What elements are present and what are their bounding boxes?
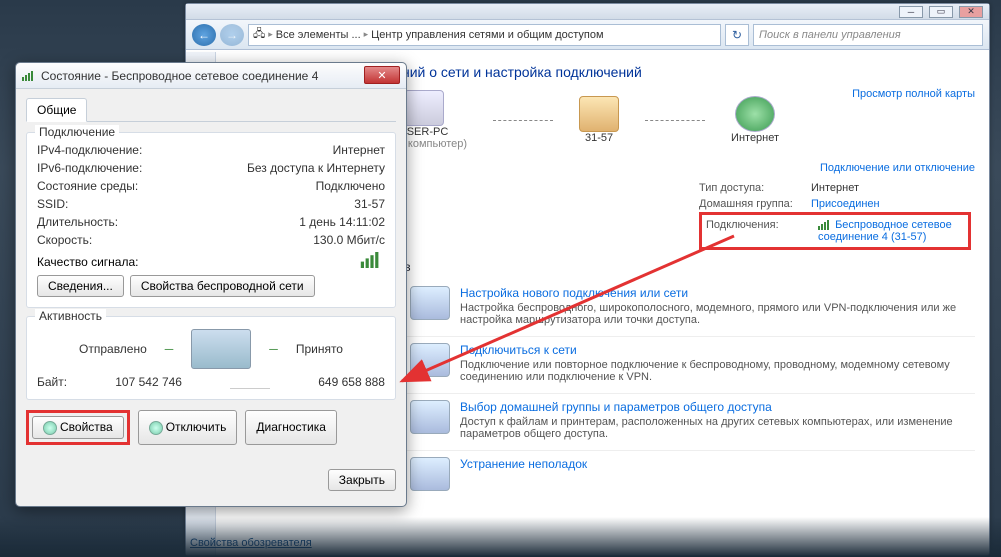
node-router: 31-57 <box>579 96 619 144</box>
maximize-button[interactable]: ▭ <box>929 6 953 18</box>
ipv4-label: IPv4-подключение: <box>37 143 142 157</box>
diagnose-button[interactable]: Диагностика <box>245 410 337 445</box>
search-input[interactable]: Поиск в панели управления <box>753 24 983 46</box>
nav-back-icon[interactable]: ← <box>192 24 216 46</box>
troubleshoot-icon <box>410 457 450 491</box>
node-label: Интернет <box>731 132 779 144</box>
dialog-close-button[interactable]: ✕ <box>364 66 400 84</box>
media-label: Состояние среды: <box>37 179 138 193</box>
task-desc: Доступ к файлам и принтерам, расположенн… <box>460 416 975 440</box>
disable-button[interactable]: Отключить <box>138 410 238 445</box>
signal-icon <box>22 71 36 81</box>
signal-icon <box>361 252 383 268</box>
task-title[interactable]: Выбор домашней группы и параметров общег… <box>460 400 975 414</box>
props-highlight: Свойства <box>26 410 130 445</box>
ssid-label: SSID: <box>37 197 68 211</box>
onoff-link[interactable]: Подключение или отключение <box>820 162 975 174</box>
conn-link[interactable]: Беспроводное сетевое соединение 4 (31-57… <box>818 219 978 243</box>
cp-icon: 🖧 <box>253 25 265 44</box>
conn-label: Подключения: <box>706 219 818 243</box>
node-internet: Интернет <box>731 96 779 144</box>
breadcrumb-seg[interactable]: Все элементы ... <box>276 29 361 41</box>
minimize-button[interactable]: ─ <box>899 6 923 18</box>
nav-forward-icon[interactable]: → <box>220 24 244 46</box>
duration-value: 1 день 14:11:02 <box>299 215 385 229</box>
ssid-value: 31-57 <box>354 197 385 211</box>
status-dialog: Состояние - Беспроводное сетевое соедине… <box>15 62 407 507</box>
task-title[interactable]: Подключиться к сети <box>460 343 975 357</box>
bytes-sent: 107 542 746 <box>115 375 182 389</box>
new-conn-icon <box>410 286 450 320</box>
duration-label: Длительность: <box>37 215 118 229</box>
tab-general[interactable]: Общие <box>26 98 87 122</box>
speed-label: Скорость: <box>37 233 92 247</box>
tabs: Общие <box>26 97 396 122</box>
sent-label: Отправлено <box>79 342 147 356</box>
access-value: Интернет <box>811 182 971 194</box>
ipv4-value: Интернет <box>333 143 385 157</box>
activity-group: Активность Отправлено ─ ─ Принято Байт: … <box>26 316 396 400</box>
task-title[interactable]: Настройка нового подключения или сети <box>460 286 975 300</box>
connection-group: Подключение IPv4-подключение:Интернет IP… <box>26 132 396 308</box>
dialog-titlebar[interactable]: Состояние - Беспроводное сетевое соедине… <box>16 63 406 89</box>
connect-icon <box>410 343 450 377</box>
task-desc: Настройка беспроводного, широкополосного… <box>460 302 975 326</box>
shield-icon <box>149 421 163 435</box>
search-placeholder: Поиск в панели управления <box>759 29 901 41</box>
breadcrumb[interactable]: 🖧 ▸ Все элементы ... ▸ Центр управления … <box>248 24 721 46</box>
chevron-right-icon: ▸ <box>364 29 369 40</box>
pc-icon <box>404 90 444 126</box>
group-legend: Активность <box>35 309 106 323</box>
link-line <box>645 120 705 121</box>
group-legend: Подключение <box>35 125 119 139</box>
shield-icon <box>43 421 57 435</box>
task-desc: Подключение или повторное подключение к … <box>460 359 975 383</box>
recv-label: Принято <box>296 342 343 356</box>
close-button[interactable]: ✕ <box>959 6 983 18</box>
node-label: 31-57 <box>585 132 613 144</box>
homegroup-label: Домашняя группа: <box>699 198 811 210</box>
bytes-recv: 649 658 888 <box>318 375 385 389</box>
refresh-icon[interactable]: ↻ <box>725 24 749 46</box>
window-chrome: ─ ▭ ✕ <box>186 4 989 20</box>
homegroup-icon <box>410 400 450 434</box>
ipv6-label: IPv6-подключение: <box>37 161 142 175</box>
properties-button[interactable]: Свойства <box>32 416 124 439</box>
wireless-props-button[interactable]: Свойства беспроводной сети <box>130 275 315 297</box>
navbar: ← → 🖧 ▸ Все элементы ... ▸ Центр управле… <box>186 20 989 50</box>
homegroup-link[interactable]: Присоединен <box>811 198 971 210</box>
link-line <box>493 120 553 121</box>
router-icon <box>579 96 619 132</box>
chevron-right-icon: ▸ <box>268 29 273 40</box>
bytes-label: Байт: <box>37 375 67 389</box>
task-title[interactable]: Устранение неполадок <box>460 457 975 471</box>
details-button[interactable]: Сведения... <box>37 275 124 297</box>
close-button[interactable]: Закрыть <box>328 469 396 491</box>
dialog-title: Состояние - Беспроводное сетевое соедине… <box>41 69 318 83</box>
speed-value: 130.0 Мбит/c <box>313 233 385 247</box>
connection-highlight: Подключения: Беспроводное сетевое соедин… <box>699 212 971 250</box>
globe-icon <box>735 96 775 132</box>
signal-icon <box>818 220 832 230</box>
media-value: Подключено <box>316 179 385 193</box>
quality-label: Качество сигнала: <box>37 255 138 269</box>
access-label: Тип доступа: <box>699 182 811 194</box>
ipv6-value: Без доступа к Интернету <box>247 161 385 175</box>
fullmap-link[interactable]: Просмотр полной карты <box>852 88 975 100</box>
activity-icon <box>191 329 251 369</box>
breadcrumb-seg[interactable]: Центр управления сетями и общим доступом <box>371 29 603 41</box>
